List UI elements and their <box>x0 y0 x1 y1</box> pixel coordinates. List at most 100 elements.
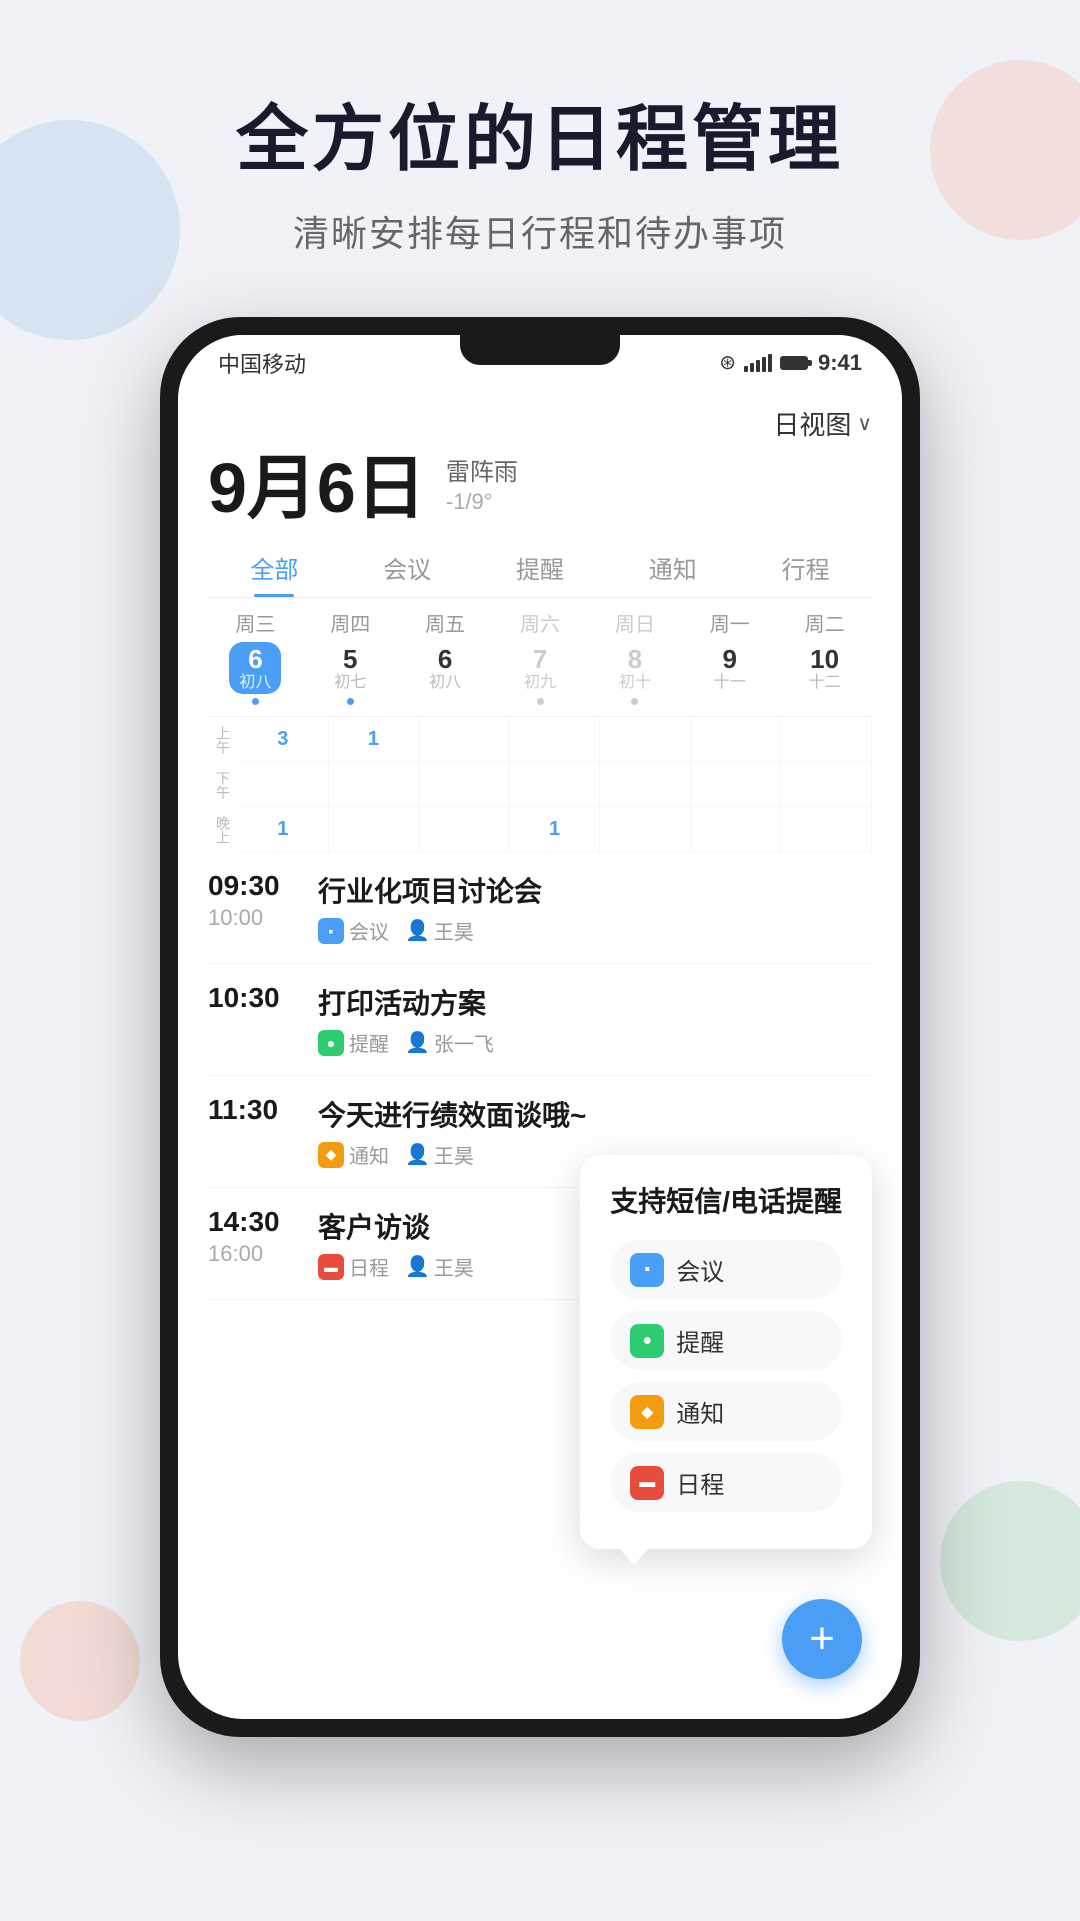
tooltip-schedule-label: 日程 <box>676 1465 724 1500</box>
tooltip-schedule-icon: ▬ <box>630 1466 664 1500</box>
event-details-1: 行业化项目讨论会 ▪ 会议 👤 王昊 <box>318 870 872 945</box>
grid-col-3 <box>419 717 510 852</box>
tooltip-arrow <box>620 1549 648 1565</box>
event-person-4: 👤 王昊 <box>405 1252 474 1281</box>
grid-cell <box>600 762 690 807</box>
grid-cell <box>510 762 600 807</box>
status-time: 9:41 <box>818 350 862 376</box>
event-time-1: 09:30 10:00 <box>208 870 318 931</box>
grid-col-6 <box>691 717 782 852</box>
week-day-fri[interactable]: 周五 6 初八 <box>398 608 493 706</box>
grid-col-1: 3 1 <box>238 717 329 852</box>
status-icons: ⊛ <box>719 350 808 375</box>
schedule-grid: 上午 下午 晚上 3 1 1 <box>208 716 872 852</box>
chevron-down-icon: ∨ <box>857 411 872 436</box>
status-carrier: 中国移动 <box>218 347 306 379</box>
event-time-3: 11:30 <box>208 1094 318 1126</box>
phone-screen: 中国移动 ⊛ 9:41 <box>178 335 902 1719</box>
weather-temp: -1/9° <box>446 489 518 515</box>
grid-cell <box>781 762 871 807</box>
grid-col-7 <box>781 717 872 852</box>
tab-all[interactable]: 全部 <box>208 538 341 597</box>
tooltip-popup: 支持短信/电话提醒 ▪ 会议 ● 提醒 ◆ 通知 ▬ 日程 <box>580 1155 872 1549</box>
event-time-2: 10:30 <box>208 982 318 1014</box>
grid-cell: 1 <box>510 807 600 852</box>
grid-body: 3 1 1 <box>238 717 872 852</box>
grid-cell <box>510 717 600 762</box>
tooltip-title: 支持短信/电话提醒 <box>610 1180 842 1220</box>
event-person-3: 👤 王昊 <box>405 1140 474 1169</box>
grid-cell: 1 <box>329 717 419 762</box>
wifi-icon: ⊛ <box>719 350 736 375</box>
phone-container: 中国移动 ⊛ 9:41 <box>0 317 1080 1737</box>
event-person-1: 👤 王昊 <box>405 916 474 945</box>
week-day-sun[interactable]: 周日 8 初十 <box>587 608 682 706</box>
tab-reminder[interactable]: 提醒 <box>474 538 607 597</box>
battery-icon <box>780 356 808 370</box>
week-day-thu[interactable]: 周四 5 初七 <box>303 608 398 706</box>
tooltip-notification-label: 通知 <box>676 1394 724 1429</box>
week-day-sat[interactable]: 周六 7 初九 <box>493 608 588 706</box>
time-label-eve: 晚上 <box>208 807 238 852</box>
phone-frame: 中国移动 ⊛ 9:41 <box>160 317 920 1737</box>
date-weather: 9月6日 雷阵雨 -1/9° <box>208 447 872 538</box>
event-tag-notification: ◆ 通知 <box>318 1140 389 1169</box>
time-label-pm: 下午 <box>208 762 238 807</box>
grid-cell <box>691 807 781 852</box>
event-item-2[interactable]: 10:30 打印活动方案 ● 提醒 👤 张一飞 <box>208 964 872 1076</box>
app-header: 日视图 ∨ <box>208 390 872 447</box>
grid-cell: 1 <box>238 807 328 852</box>
weather-info: 雷阵雨 -1/9° <box>446 452 518 523</box>
time-labels: 上午 下午 晚上 <box>208 717 238 852</box>
grid-cell <box>691 762 781 807</box>
event-person-2: 👤 张一飞 <box>405 1028 494 1057</box>
tooltip-btn-meeting[interactable]: ▪ 会议 <box>610 1240 842 1299</box>
event-tag-meeting: ▪ 会议 <box>318 916 389 945</box>
status-right: ⊛ 9:41 <box>719 350 862 376</box>
event-tag-reminder: ● 提醒 <box>318 1028 389 1057</box>
grid-cell <box>329 807 419 852</box>
grid-cell <box>329 762 419 807</box>
grid-cell <box>600 717 690 762</box>
tooltip-btn-notification[interactable]: ◆ 通知 <box>610 1382 842 1441</box>
grid-col-5 <box>600 717 691 852</box>
grid-cell <box>419 762 509 807</box>
grid-cell <box>238 762 328 807</box>
app-header-section: 日视图 ∨ 9月6日 雷阵雨 -1/9° 全部 会议 提醒 <box>178 390 902 852</box>
tooltip-meeting-icon: ▪ <box>630 1253 664 1287</box>
tab-schedule[interactable]: 行程 <box>739 538 872 597</box>
tab-notification[interactable]: 通知 <box>606 538 739 597</box>
fab-button[interactable]: + <box>782 1599 862 1679</box>
event-details-2: 打印活动方案 ● 提醒 👤 张一飞 <box>318 982 872 1057</box>
tooltip-meeting-label: 会议 <box>676 1252 724 1287</box>
grid-cell <box>781 717 871 762</box>
grid-cell <box>419 807 509 852</box>
phone-notch <box>460 335 620 365</box>
category-tabs: 全部 会议 提醒 通知 行程 <box>208 538 872 598</box>
hero-title: 全方位的日程管理 <box>0 80 1080 185</box>
grid-cell <box>600 807 690 852</box>
tooltip-btn-schedule[interactable]: ▬ 日程 <box>610 1453 842 1512</box>
weather-type: 雷阵雨 <box>446 452 518 487</box>
event-time-4: 14:30 16:00 <box>208 1206 318 1267</box>
week-day-mon[interactable]: 周一 9 十一 <box>682 608 777 706</box>
tooltip-reminder-label: 提醒 <box>676 1323 724 1358</box>
tooltip-notification-icon: ◆ <box>630 1395 664 1429</box>
view-mode-label: 日视图 <box>773 405 851 442</box>
hero-subtitle: 清晰安排每日行程和待办事项 <box>0 205 1080 257</box>
grid-cell <box>419 717 509 762</box>
tooltip-reminder-icon: ● <box>630 1324 664 1358</box>
tooltip-btn-reminder[interactable]: ● 提醒 <box>610 1311 842 1370</box>
grid-cell <box>691 717 781 762</box>
grid-col-4: 1 <box>510 717 601 852</box>
grid-col-2: 1 <box>329 717 420 852</box>
tab-meeting[interactable]: 会议 <box>341 538 474 597</box>
grid-cell: 3 <box>238 717 328 762</box>
week-day-wed[interactable]: 周三 6 初八 <box>208 608 303 706</box>
view-selector[interactable]: 日视图 ∨ <box>773 405 872 442</box>
week-calendar: 周三 6 初八 周四 5 初七 <box>208 598 872 711</box>
grid-cell <box>781 807 871 852</box>
event-item-1[interactable]: 09:30 10:00 行业化项目讨论会 ▪ 会议 👤 王昊 <box>208 852 872 964</box>
week-day-tue[interactable]: 周二 10 十二 <box>777 608 872 706</box>
time-label-am: 上午 <box>208 717 238 762</box>
